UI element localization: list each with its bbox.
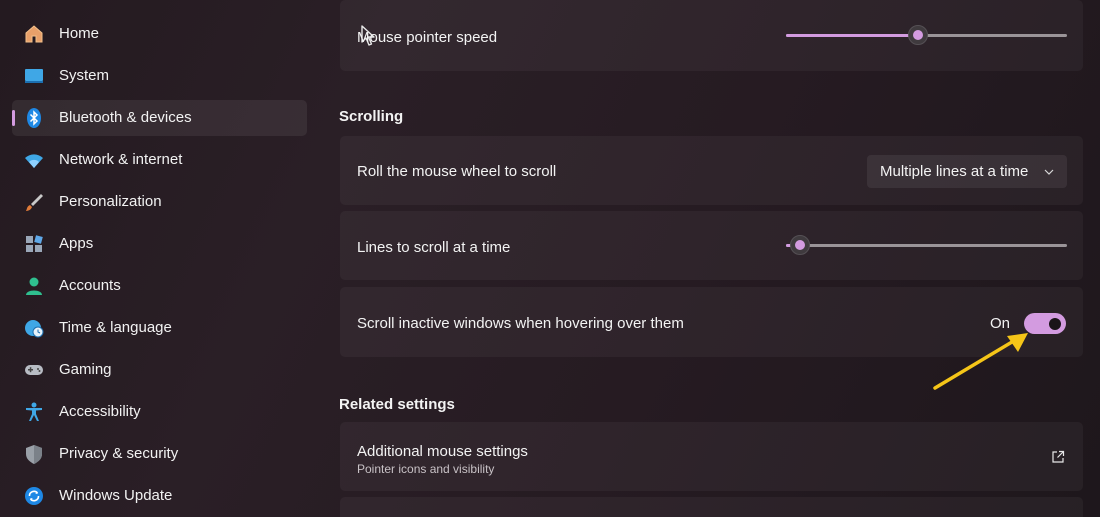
additional-mouse-settings-label: Additional mouse settings [357, 443, 528, 460]
sidebar-item-label: Gaming [59, 361, 112, 378]
sidebar-item-personalization[interactable]: Personalization [12, 184, 307, 220]
shield-icon [23, 443, 45, 465]
sidebar-item-accounts[interactable]: Accounts [12, 268, 307, 304]
sidebar-item-label: System [59, 67, 110, 84]
apps-icon [23, 233, 45, 255]
scrolling-section-title: Scrolling [339, 108, 404, 125]
additional-mouse-settings-sublabel: Pointer icons and visibility [357, 462, 495, 476]
inactive-scroll-label: Scroll inactive windows when hovering ov… [357, 315, 684, 332]
pointer-speed-slider-fill [786, 34, 918, 37]
toggle-knob [1049, 318, 1061, 330]
sidebar-item-network[interactable]: Network & internet [12, 142, 307, 178]
pointer-speed-label: Mouse pointer speed [357, 29, 498, 46]
sidebar-item-home[interactable]: Home [12, 16, 307, 52]
open-external-icon[interactable] [1051, 450, 1065, 464]
sidebar-item-time-language[interactable]: Time & language [12, 310, 307, 346]
sidebar-item-label: Bluetooth & devices [59, 109, 192, 126]
sidebar-item-label: Time & language [59, 319, 172, 336]
wheel-scroll-label: Roll the mouse wheel to scroll [357, 163, 557, 180]
wheel-scroll-dropdown[interactable]: Multiple lines at a time [867, 155, 1067, 188]
sidebar-item-label: Personalization [59, 193, 162, 210]
related-settings-title: Related settings [339, 396, 455, 413]
update-icon [23, 485, 45, 507]
lines-scroll-slider-thumb[interactable] [790, 235, 810, 255]
sidebar-item-apps[interactable]: Apps [12, 226, 307, 262]
sidebar-item-privacy-security[interactable]: Privacy & security [12, 436, 307, 472]
paintbrush-icon [23, 191, 45, 213]
system-display-icon [23, 65, 45, 87]
wifi-icon [23, 149, 45, 171]
lines-scroll-label: Lines to scroll at a time [357, 239, 511, 256]
pointer-speed-card: Mouse pointer speed [340, 0, 1083, 71]
lines-scroll-card: Lines to scroll at a time [340, 211, 1083, 280]
sidebar-item-label: Accessibility [59, 403, 141, 420]
sidebar-item-label: Apps [59, 235, 94, 252]
sidebar-item-gaming[interactable]: Gaming [12, 352, 307, 388]
account-icon [23, 275, 45, 297]
chevron-down-icon [1043, 165, 1055, 177]
home-icon [23, 23, 45, 45]
pointer-speed-slider-thumb[interactable] [908, 25, 928, 45]
lines-scroll-slider-track[interactable] [786, 244, 1067, 247]
sidebar-item-system[interactable]: System [12, 58, 307, 94]
sidebar-item-windows-update[interactable]: Windows Update [12, 478, 307, 514]
wheel-scroll-dropdown-value: Multiple lines at a time [880, 163, 1029, 180]
globe-clock-icon [23, 317, 45, 339]
sidebar-item-accessibility[interactable]: Accessibility [12, 394, 307, 430]
sidebar-item-label: Privacy & security [59, 445, 179, 462]
sidebar-item-label: Home [59, 25, 100, 42]
additional-mouse-settings-card[interactable]: Additional mouse settings Pointer icons … [340, 422, 1083, 491]
sidebar-item-label: Network & internet [59, 151, 183, 168]
sidebar-item-bluetooth-devices[interactable]: Bluetooth & devices [12, 100, 307, 136]
annotation-arrow-icon [933, 333, 1028, 390]
bluetooth-icon [23, 107, 45, 129]
gamepad-icon [23, 359, 45, 381]
accessibility-icon [23, 401, 45, 423]
selected-indicator [12, 110, 15, 126]
sidebar-item-label: Windows Update [59, 487, 173, 504]
wheel-scroll-card: Roll the mouse wheel to scroll Multiple … [340, 136, 1083, 205]
sidebar-item-label: Accounts [59, 277, 121, 294]
next-settings-card [340, 497, 1083, 517]
sidebar-nav: Home System Bluetooth & devices Network … [0, 0, 318, 517]
